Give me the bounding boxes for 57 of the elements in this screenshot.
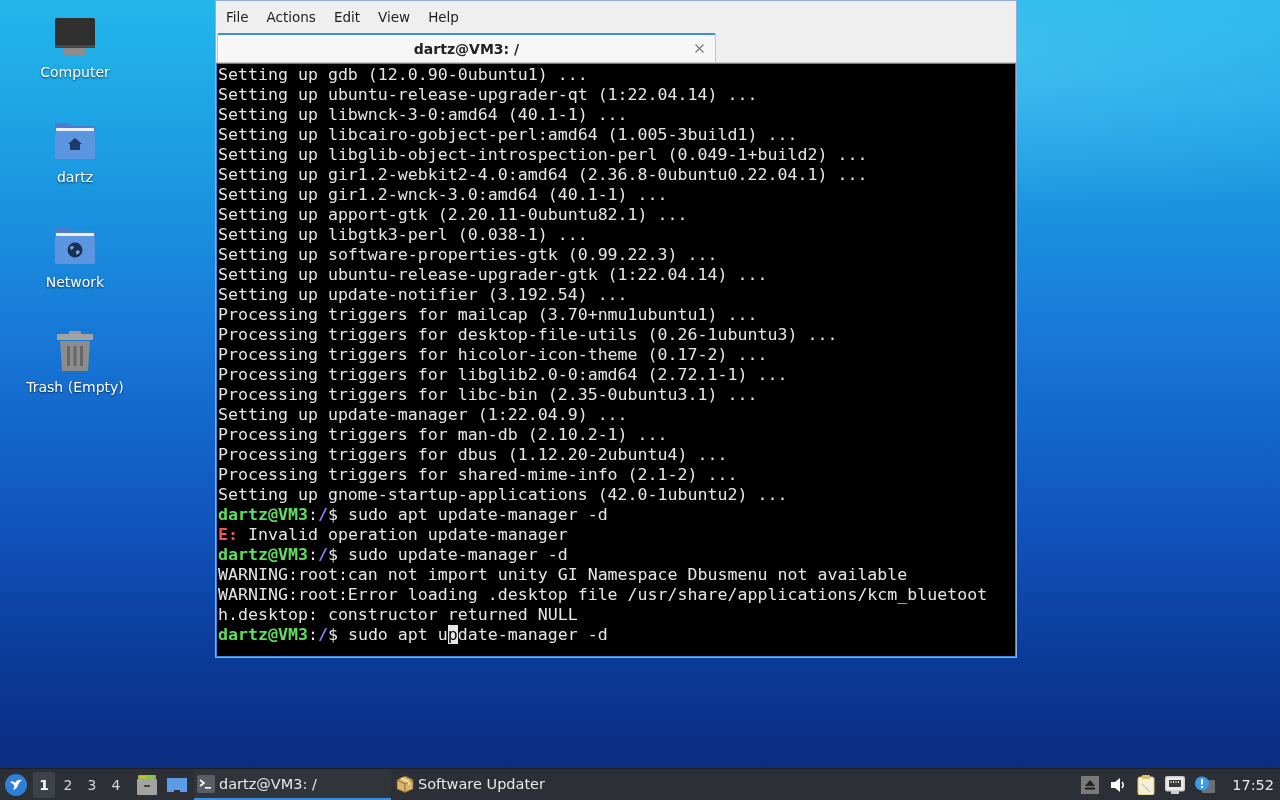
workspace-button[interactable]: 3 bbox=[81, 771, 103, 798]
monitor-icon bbox=[55, 17, 95, 55]
terminal-line: WARNING:root:can not import unity GI Namespace Dbusmenu not available bbox=[218, 565, 908, 585]
clock[interactable]: 17:52 bbox=[1232, 776, 1274, 793]
terminal-line: Setting up update-notifier (3.192.54) ... bbox=[218, 285, 628, 305]
menu-item[interactable]: File bbox=[218, 5, 257, 28]
menu-item[interactable]: Edit bbox=[325, 5, 369, 28]
terminal-line: Setting up apport-gtk (2.20.11-0ubuntu82.1) ... bbox=[218, 205, 688, 225]
alert-icon[interactable] bbox=[1195, 775, 1216, 794]
taskbar-task[interactable]: Software Updater bbox=[393, 769, 590, 800]
app-menu-icon[interactable] bbox=[5, 773, 27, 796]
package-icon bbox=[396, 774, 414, 793]
terminal-line: Setting up gir1.2-wnck-3.0:amd64 (40.1-1) ... bbox=[218, 185, 668, 205]
terminal-line: Setting up libwnck-3-0:amd64 (40.1-1) ... bbox=[218, 105, 628, 125]
terminal-line: E: Invalid operation update-manager bbox=[218, 525, 568, 545]
terminal-line: Setting up update-manager (1:22.04.9) ... bbox=[218, 405, 628, 425]
terminal-line: Setting up gdb (12.0.90-0ubuntu1) ... bbox=[218, 65, 588, 85]
terminal-line: dartz@VM3:/$ sudo update-manager -d bbox=[218, 545, 568, 565]
terminal-line: Processing triggers for libglib2.0-0:amd64 (2.72.1-1) ... bbox=[218, 365, 788, 385]
terminal-line: dartz@VM3:/$ sudo apt update-manager -d bbox=[218, 625, 608, 645]
home-folder-icon bbox=[55, 123, 95, 159]
menu-item[interactable]: View bbox=[370, 5, 419, 28]
terminal-line: dartz@VM3:/$ sudo apt update-manager -d bbox=[218, 505, 608, 525]
menu-item[interactable]: Help bbox=[420, 5, 467, 28]
terminal-line: WARNING:root:Error loading .desktop file /usr/share/applications/kcm_bluetoot bbox=[218, 585, 988, 605]
terminal-line: Processing triggers for mailcap (3.70+nmu1ubuntu1) ... bbox=[218, 305, 758, 325]
workspace-button[interactable]: 2 bbox=[57, 771, 79, 798]
file-cabinet-icon[interactable] bbox=[137, 774, 157, 795]
terminal-line: Setting up gnome-startup-applications (42.0-1ubuntu2) ... bbox=[218, 485, 788, 505]
terminal-line: Setting up libglib-object-introspection-perl (0.049-1+build2) ... bbox=[218, 145, 868, 165]
workspace-button[interactable]: 1 bbox=[33, 771, 55, 798]
terminal-tab[interactable]: dartz@VM3: / bbox=[217, 33, 716, 62]
network-port-icon[interactable] bbox=[1165, 775, 1186, 794]
terminal-line: Processing triggers for libc-bin (2.35-0ubuntu3.1) ... bbox=[218, 385, 758, 405]
terminal-line: Processing triggers for shared-mime-info (2.1-2) ... bbox=[218, 465, 738, 485]
terminal-line: h.desktop: constructor returned NULL bbox=[218, 605, 578, 625]
desktop-shortcut[interactable]: Network bbox=[45, 226, 105, 291]
terminal-line: Setting up ubuntu-release-upgrader-qt (1:22.04.14) ... bbox=[218, 85, 758, 105]
terminal-line: Setting up libcairo-gobject-perl:amd64 (1.005-3build1) ... bbox=[218, 125, 798, 145]
terminal-line: Setting up libgtk3-perl (0.038-1) ... bbox=[218, 225, 588, 245]
terminal-line: Processing triggers for hicolor-icon-theme (0.17-2) ... bbox=[218, 345, 768, 365]
globe-folder-icon bbox=[55, 228, 95, 264]
workspace-button[interactable]: 4 bbox=[105, 771, 127, 798]
terminal-line: Processing triggers for man-db (2.10.2-1) ... bbox=[218, 425, 668, 445]
terminal-icon bbox=[197, 774, 215, 793]
trash-icon bbox=[57, 331, 93, 371]
terminal-line: Processing triggers for desktop-file-utils (0.26-1ubuntu3) ... bbox=[218, 325, 838, 345]
menu-item[interactable]: Actions bbox=[258, 5, 324, 28]
terminal-line: Processing triggers for dbus (1.12.20-2ubuntu4) ... bbox=[218, 445, 728, 465]
close-icon[interactable] bbox=[695, 44, 704, 53]
taskbar-task[interactable]: dartz@VM3: / bbox=[194, 769, 391, 800]
desktop-shortcut[interactable]: Trash (Empty) bbox=[26, 331, 124, 396]
eject-icon[interactable] bbox=[1081, 775, 1100, 794]
terminal-line: Setting up ubuntu-release-upgrader-gtk (1:22.04.14) ... bbox=[218, 265, 768, 285]
terminal-line: Setting up software-properties-gtk (0.99.22.3) ... bbox=[218, 245, 718, 265]
terminal-line: Setting up gir1.2-webkit2-4.0:amd64 (2.36.8-0ubuntu0.22.04.1) ... bbox=[218, 165, 868, 185]
clipboard-icon[interactable] bbox=[1137, 774, 1156, 795]
